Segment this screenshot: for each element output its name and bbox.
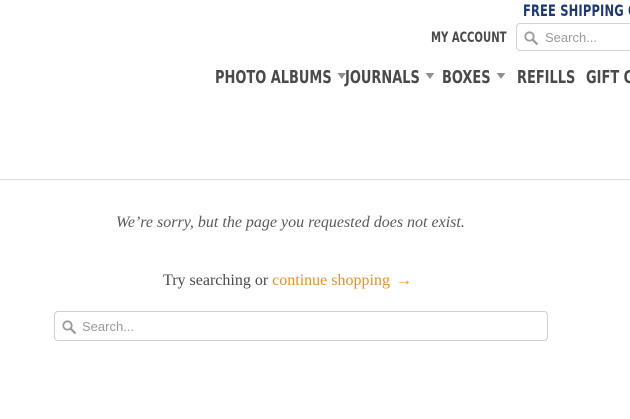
search-icon	[524, 31, 538, 50]
nav-item-boxes[interactable]: BOXES	[442, 66, 506, 90]
caret-down-icon	[425, 73, 435, 79]
main-nav: PHOTO ALBUMS JOURNALS BOXES REFILLS GIFT…	[0, 66, 630, 92]
main-search-input[interactable]	[82, 317, 537, 335]
nav-item-label: REFILLS	[517, 67, 576, 88]
my-account-link[interactable]: MY ACCOUNT	[431, 28, 507, 48]
nav-item-gift-cards[interactable]: GIFT CARDS	[586, 66, 630, 90]
header-search-input[interactable]	[545, 28, 630, 46]
search-icon	[62, 320, 76, 339]
error-message: We’re sorry, but the page you requested …	[116, 214, 465, 231]
nav-item-label: PHOTO ALBUMS	[215, 67, 332, 88]
nav-item-refills[interactable]: REFILLS	[517, 66, 575, 90]
nav-item-label: BOXES	[442, 67, 491, 88]
try-prefix: Try searching or	[163, 272, 269, 289]
page: FREE SHIPPING ON MY ACCOUNT PHOTO ALBUMS…	[0, 0, 630, 419]
arrow-right-icon[interactable]: →	[396, 272, 412, 289]
try-searching-line: Try searching or continue shopping →	[163, 271, 412, 291]
header-divider	[0, 179, 630, 180]
continue-shopping-link[interactable]: continue shopping	[272, 272, 390, 289]
header-search-box[interactable]	[516, 23, 630, 51]
nav-item-label: JOURNALS	[345, 67, 420, 88]
nav-item-label: GIFT CARDS	[586, 67, 630, 88]
main-search-box[interactable]	[54, 311, 548, 341]
promo-banner[interactable]: FREE SHIPPING ON	[523, 0, 630, 22]
nav-item-journals[interactable]: JOURNALS	[345, 66, 435, 90]
caret-down-icon	[496, 73, 506, 79]
nav-item-photo-albums[interactable]: PHOTO ALBUMS	[215, 66, 347, 90]
